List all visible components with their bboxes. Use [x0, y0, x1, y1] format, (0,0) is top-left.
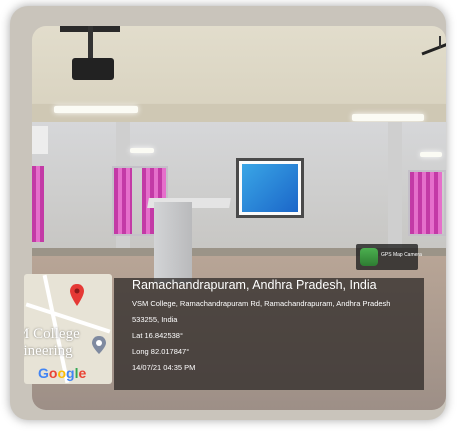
- podium: [154, 202, 192, 284]
- google-logo-letter: G: [38, 365, 49, 381]
- location-title: Ramachandrapuram, Andhra Pradesh, India: [132, 278, 377, 292]
- wall-light: [130, 148, 154, 153]
- google-logo: Google: [38, 365, 86, 381]
- curtain: [114, 168, 132, 234]
- air-conditioner: [32, 126, 48, 154]
- wall-column: [388, 122, 402, 252]
- gps-badge-label: GPS Map Camera: [381, 252, 422, 258]
- google-logo-letter: o: [57, 365, 67, 381]
- google-logo-letter: g: [66, 365, 75, 381]
- tube-light: [54, 106, 138, 113]
- gps-map-camera-icon: [360, 248, 378, 266]
- google-logo-letter: e: [78, 365, 87, 381]
- address-line-2: 533255, India: [132, 315, 178, 324]
- wall-light: [420, 152, 442, 157]
- projector: [72, 58, 114, 80]
- ceiling-fan-icon: [421, 36, 446, 56]
- tube-light: [352, 114, 424, 121]
- photo-card: M College gineering Google GPS Map Camer…: [10, 6, 446, 420]
- projector-pole: [88, 26, 93, 60]
- datetime-text: 14/07/21 04:35 PM: [132, 363, 196, 372]
- curtain: [410, 172, 442, 234]
- longitude-text: Long 82.017847°: [132, 347, 190, 356]
- latitude-text: Lat 16.842538°: [132, 331, 183, 340]
- address-line-1: VSM College, Ramachandrapuram Rd, Ramach…: [132, 299, 391, 308]
- curtain: [32, 166, 44, 242]
- page: M College gineering Google GPS Map Camer…: [0, 0, 458, 432]
- smart-board: [236, 158, 304, 218]
- map-pin-icon: [70, 284, 84, 306]
- gps-map-camera-badge: GPS Map Camera: [356, 244, 422, 270]
- map-place-label: M College gineering: [24, 326, 80, 359]
- smart-board-screen: [242, 164, 298, 212]
- map-thumbnail: M College gineering Google: [24, 274, 112, 384]
